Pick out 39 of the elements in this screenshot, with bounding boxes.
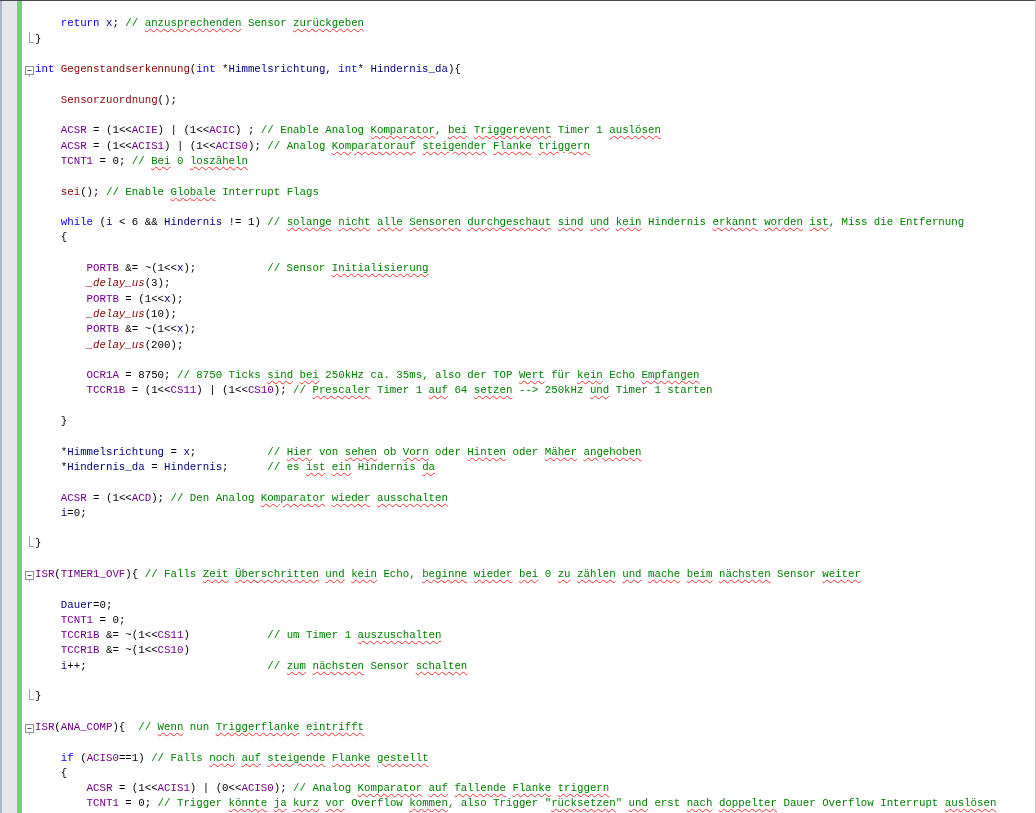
code-line: int Gegenstandserkennung(int *Himmelsrichtung, int* Hindernis_da){	[35, 62, 461, 78]
code-line: TCNT1 = 0;	[59, 612, 126, 628]
code-line: ACSR = (1<<ACIS1) | (0<<ACIS0); // Analog Komparator auf fallende Flanke triggern	[85, 781, 610, 797]
code-line: TCCR1B &= ~(1<<CS10)	[59, 643, 190, 659]
code-line: Dauer=0;	[59, 597, 113, 613]
code-line: }	[35, 689, 42, 705]
code-line: TCNT1 = 0; // Bei 0 loszäheln	[59, 153, 248, 169]
code-line: PORTB = (1<<x);	[85, 291, 184, 307]
code-line: ACSR = (1<<ACIS1) | (1<<ACIS0); // Analog Komparatorauf steigender Flanke triggern	[59, 138, 590, 154]
code-line: OCR1A = 8750; // 8750 Ticks sind bei 250kHz ca. 35ms, also der TOP Wert für kein Echo Empfangen	[85, 368, 700, 384]
code-line: }	[35, 536, 42, 552]
code-line: PORTB &= ~(1<<x);	[85, 322, 197, 338]
collapse-icon[interactable]	[24, 722, 35, 734]
code-line: *Himmelsrichtung = x; // Hier von sehen ob Vorn oder Hinten oder Mäher angehoben	[59, 444, 642, 460]
code-line: Sensorzuordnung();	[59, 92, 177, 108]
code-line: return x; // anzusprechenden Sensor zurückgeben	[59, 16, 365, 32]
code-line: ISR(ANA_COMP){ // Wenn nun Triggerflanke eintrifft	[35, 719, 365, 735]
code-line: }	[35, 31, 42, 47]
code-line: sei(); // Enable Globale Interrupt Flags	[59, 184, 319, 200]
code-line: TCNT1 = 0; // Trigger könnte ja kurz vor Overflow kommen, also Trigger "rücksetzen" und erst nach doppelter Dauer Overflow Interrupt auslösen	[85, 796, 997, 812]
code-line: TCCR1B &= ~(1<<CS11) // um Timer 1 auszuschalten	[59, 628, 442, 644]
code-line: }	[59, 414, 68, 429]
code-line: ACSR = (1<<ACD); // Den Analog Komparator wieder ausschalten	[59, 490, 448, 506]
code-line: i=0;	[59, 505, 87, 521]
code-line: _delay_us(10);	[85, 306, 177, 322]
collapse-icon[interactable]	[24, 570, 35, 581]
code-line: while (i < 6 && Hindernis != 1) // solange nicht alle Sensoren durchgeschaut sind und kein Hindernis erkannt worden ist, Miss die Entfernung	[59, 215, 965, 231]
code-line: _delay_us(3);	[85, 276, 171, 292]
code-line: i++; // zum nächsten Sensor schalten	[59, 658, 468, 674]
code-line: PORTB &= ~(1<<x); // Sensor Initialisierung	[85, 261, 429, 277]
code-line: ACSR = (1<<ACIE) | (1<<ACIC) ; // Enable Analog Komparator, bei Triggerevent Timer 1 auslösen	[59, 123, 661, 139]
code-line: {	[59, 765, 68, 781]
code-line: if (ACIS0==1) // Falls noch auf steigende Flanke gestellt	[59, 750, 429, 766]
code-line: {	[59, 230, 68, 246]
code-line: TCCR1B = (1<<CS11) | (1<<CS10); // Prescaler Timer 1 auf 64 setzen --> 250kHz und Timer 1 starten	[85, 383, 713, 399]
code-line: *Hindernis_da = Hindernis; // es ist ein Hindernis da	[59, 459, 436, 475]
code-line: _delay_us(200);	[85, 337, 184, 353]
collapse-icon[interactable]	[24, 65, 35, 77]
code-line: ISR(TIMER1_OVF){ // Falls Zeit Überschritten und kein Echo, beginne wieder bei 0 zu zählen und mache beim nächsten Sensor weiter	[35, 567, 861, 582]
